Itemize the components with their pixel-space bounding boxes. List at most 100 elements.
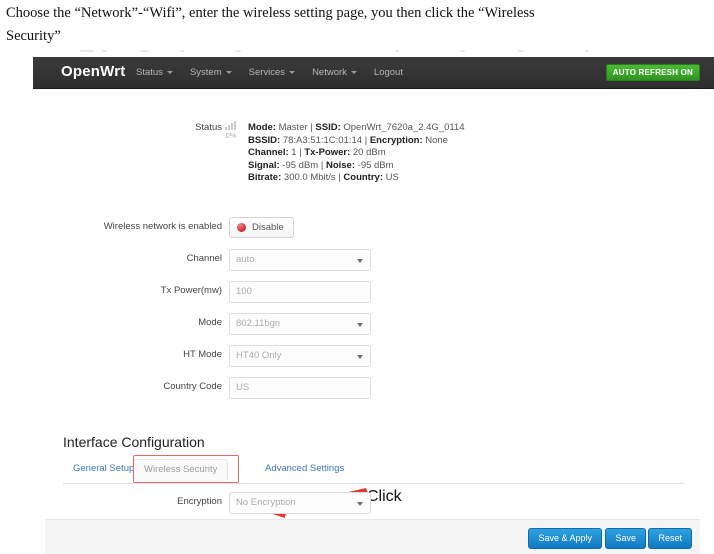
ht-mode-value: HT40 Only <box>236 350 282 361</box>
status-line-bitrate: Bitrate: 300.0 Mbit/s | Country: US <box>248 172 465 185</box>
encryption-select[interactable]: No Encryption <box>229 492 371 514</box>
country-code-input[interactable]: US <box>229 377 371 399</box>
signal-bars-glyph <box>224 120 238 130</box>
nav-item-system-label: System <box>189 67 222 78</box>
status-value-noise: -95 dBm <box>355 159 394 171</box>
status-line-mode: Mode: Master | SSID: OpenWrt_7620a_2.4G_… <box>248 122 465 135</box>
signal-bars-icon: 0% <box>218 120 244 140</box>
openwrt-logo: OpenWrt <box>61 63 126 80</box>
nav-item-status-label: Status <box>136 67 163 78</box>
chevron-down-icon <box>225 71 232 74</box>
mode-control: 802.11bgn <box>229 313 371 335</box>
row-country-code: Country Code US <box>33 377 714 399</box>
nav-item-network-label: Network <box>312 67 347 78</box>
tab-wireless-security[interactable]: Wireless Security <box>133 459 229 481</box>
nav-item-services[interactable]: Services <box>248 67 296 78</box>
openwrt-screenshot: OpenWrt Status System Services Network L… <box>33 57 714 554</box>
nav-item-logout[interactable]: Logout <box>374 67 403 78</box>
status-value-bssid: 78:A3:51:1C:01:14 | <box>280 134 370 146</box>
tab-advanced-settings[interactable]: Advanced Settings <box>255 459 354 479</box>
status-label: Status <box>195 122 222 133</box>
channel-control: auto <box>229 249 371 271</box>
status-key-noise: Noise: <box>325 159 356 171</box>
status-key-mode: Mode: <box>248 122 276 133</box>
status-value-mode: Master | <box>275 122 316 133</box>
nav-item-system[interactable]: System <box>190 67 232 78</box>
status-value-country: US <box>382 172 399 184</box>
status-key-txpower: Tx-Power: <box>304 147 351 159</box>
row-ht-mode: HT Mode HT40 Only <box>33 345 714 367</box>
status-value-bitrate: 300.0 Mbit/s | <box>281 172 344 184</box>
status-value-channel: 1 | <box>288 147 305 159</box>
nav-item-network[interactable]: Network <box>312 67 357 78</box>
save-button[interactable]: Save <box>605 528 646 549</box>
instruction-line-2: Security” <box>6 28 61 44</box>
disable-button-label: Disable <box>252 222 284 233</box>
chevron-down-icon <box>357 502 363 506</box>
country-code-control: US <box>229 377 371 399</box>
instruction-paragraph: Choose the “Network”-“Wifi”, enter the w… <box>6 2 706 48</box>
wireless-enabled-control: Disable <box>229 217 294 238</box>
chevron-down-icon <box>357 355 363 359</box>
status-details: Mode: Master | SSID: OpenWrt_7620a_2.4G_… <box>248 122 465 185</box>
action-bar: Save & Apply Save Reset <box>45 519 700 554</box>
disable-button[interactable]: Disable <box>229 217 294 238</box>
channel-label: Channel <box>186 253 222 264</box>
status-key-encryption: Encryption: <box>369 134 423 146</box>
row-encryption: Encryption No Encryption <box>33 492 714 514</box>
tx-power-value: 100 <box>236 286 252 297</box>
chevron-down-icon <box>350 71 357 74</box>
wireless-settings-content: Status 0% Mode: Master | SSID: OpenWrt_7… <box>33 89 714 554</box>
channel-select[interactable]: auto <box>229 249 371 271</box>
wireless-enabled-label: Wireless network is enabled <box>103 221 222 232</box>
instruction-line-1: Choose the “Network”-“Wifi”, enter the w… <box>6 5 535 21</box>
status-key-bssid: BSSID: <box>248 134 281 146</box>
row-tx-power: Tx Power(mw) 100 <box>33 281 714 303</box>
row-wireless-enabled: Wireless network is enabled Disable <box>33 217 714 239</box>
auto-refresh-badge[interactable]: AUTO REFRESH ON <box>605 64 700 81</box>
chevron-down-icon <box>289 71 296 74</box>
encryption-control: No Encryption <box>229 492 371 514</box>
row-channel: Channel auto <box>33 249 714 271</box>
ht-mode-select[interactable]: HT40 Only <box>229 345 371 367</box>
status-key-signal: Signal: <box>248 159 280 171</box>
status-value-ssid: OpenWrt_7620a_2.4G_0114 <box>340 122 465 133</box>
nav-item-services-label: Services <box>248 67 286 78</box>
chevron-down-icon <box>166 71 173 74</box>
country-code-label: Country Code <box>163 381 222 392</box>
interface-config-tabs: General Setup Wireless Security Advanced… <box>63 459 684 484</box>
status-value-encryption: None <box>422 134 448 146</box>
mode-label: Mode <box>198 317 222 328</box>
status-line-bssid: BSSID: 78:A3:51:1C:01:14 | Encryption: N… <box>248 135 465 148</box>
scan-artifact <box>40 48 690 55</box>
tx-power-label: Tx Power(mw) <box>160 285 222 296</box>
status-key-country: Country: <box>343 172 383 184</box>
status-key-ssid: SSID: <box>315 122 341 133</box>
page-title: Interface Configuration <box>63 434 205 450</box>
status-line-channel: Channel: 1 | Tx-Power: 20 dBm <box>248 147 465 160</box>
country-code-value: US <box>236 382 250 393</box>
main-menu: Status System Services Network Logout <box>136 57 420 88</box>
status-key-channel: Channel: <box>248 147 289 159</box>
red-circle-icon <box>237 223 246 232</box>
signal-percent: 0% <box>225 131 237 140</box>
encryption-label: Encryption <box>177 496 222 507</box>
tx-power-control: 100 <box>229 281 371 303</box>
encryption-value: No Encryption <box>236 497 296 508</box>
chevron-down-icon <box>357 323 363 327</box>
status-value-txpower: 20 dBm <box>350 147 386 159</box>
mode-value: 802.11bgn <box>236 318 281 329</box>
status-value-signal: -95 dBm | <box>279 159 326 171</box>
mode-select[interactable]: 802.11bgn <box>229 313 371 335</box>
save-and-apply-button[interactable]: Save & Apply <box>528 528 602 549</box>
status-key-bitrate: Bitrate: <box>248 172 282 184</box>
nav-item-status[interactable]: Status <box>136 67 173 78</box>
reset-button[interactable]: Reset <box>648 528 692 549</box>
chevron-down-icon <box>357 259 363 263</box>
nav-item-logout-label: Logout <box>373 67 403 78</box>
ht-mode-label: HT Mode <box>183 349 222 360</box>
status-line-signal: Signal: -95 dBm | Noise: -95 dBm <box>248 160 465 173</box>
tx-power-input[interactable]: 100 <box>229 281 371 303</box>
top-navigation-bar: OpenWrt Status System Services Network L… <box>33 57 714 89</box>
row-mode: Mode 802.11bgn <box>33 313 714 335</box>
